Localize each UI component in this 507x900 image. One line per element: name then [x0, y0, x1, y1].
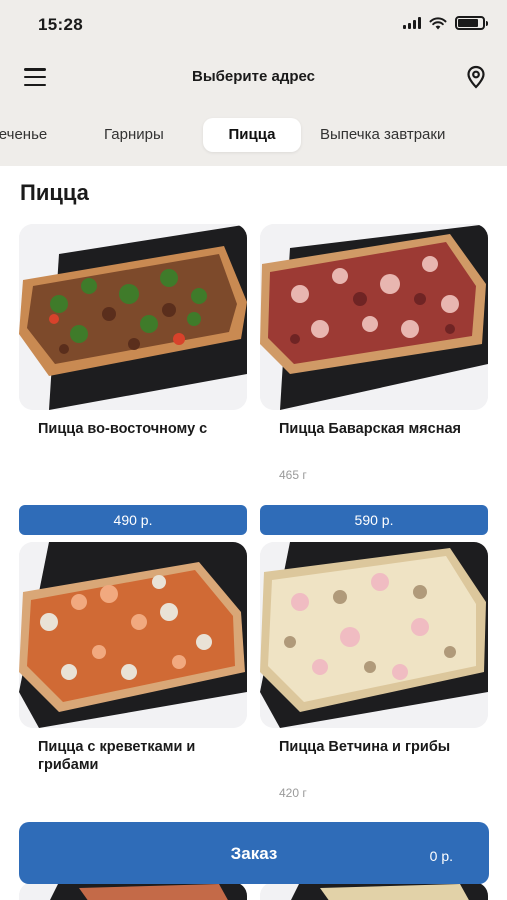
wifi-icon: [429, 16, 447, 29]
tab-breakfast-pastry[interactable]: Выпечка завтраки: [320, 118, 445, 152]
product-card[interactable]: Пицца Баварская мясная 465 г 590 р.: [260, 224, 488, 535]
product-card[interactable]: Пицца Ветчина и грибы 420 г: [260, 542, 488, 852]
battery-icon: [455, 16, 488, 30]
product-image: [19, 882, 247, 900]
product-card[interactable]: Пицца во-восточному с 490 р.: [19, 224, 247, 535]
order-button[interactable]: Заказ 0 р.: [19, 822, 489, 884]
product-name: Пицца Баварская мясная: [279, 421, 461, 437]
product-image: [260, 882, 488, 900]
tab-sides[interactable]: Гарниры: [104, 118, 164, 152]
product-image: [260, 224, 488, 410]
location-pin-icon[interactable]: [465, 65, 487, 89]
signal-icon: [403, 17, 421, 29]
product-weight: 465 г: [279, 468, 307, 482]
tab-cookies[interactable]: Печенье: [0, 118, 47, 152]
add-to-cart-button[interactable]: 490 р.: [19, 505, 247, 535]
product-card[interactable]: Пицца с креветками и грибами: [19, 542, 247, 852]
order-label: Заказ: [230, 844, 278, 863]
status-icons: [403, 16, 488, 30]
product-image: [260, 542, 488, 728]
product-weight: 420 г: [279, 786, 307, 800]
product-name: Пицца с креветками и грибами: [38, 739, 196, 773]
section-title: Пицца: [20, 180, 89, 205]
address-selector[interactable]: Выберите адрес: [0, 68, 507, 85]
product-card[interactable]: [19, 882, 247, 900]
status-time: 15:28: [38, 15, 83, 34]
tab-pizza[interactable]: Пицца: [203, 118, 301, 152]
product-name: Пицца Ветчина и грибы: [279, 739, 451, 755]
order-total: 0 р.: [429, 848, 453, 864]
status-bar: 15:28: [0, 0, 507, 50]
product-image: [19, 224, 247, 410]
category-tabs: Печенье Гарниры Пицца Выпечка завтраки: [0, 112, 507, 160]
product-name: Пицца во-восточному с: [38, 421, 208, 437]
add-to-cart-button[interactable]: 590 р.: [260, 505, 488, 535]
product-card[interactable]: [260, 882, 488, 900]
main-content: Пицца Пицца во-восточному с 490 р. Пицца…: [0, 166, 507, 900]
app-header: Выберите адрес: [0, 55, 507, 99]
product-image: [19, 542, 247, 728]
